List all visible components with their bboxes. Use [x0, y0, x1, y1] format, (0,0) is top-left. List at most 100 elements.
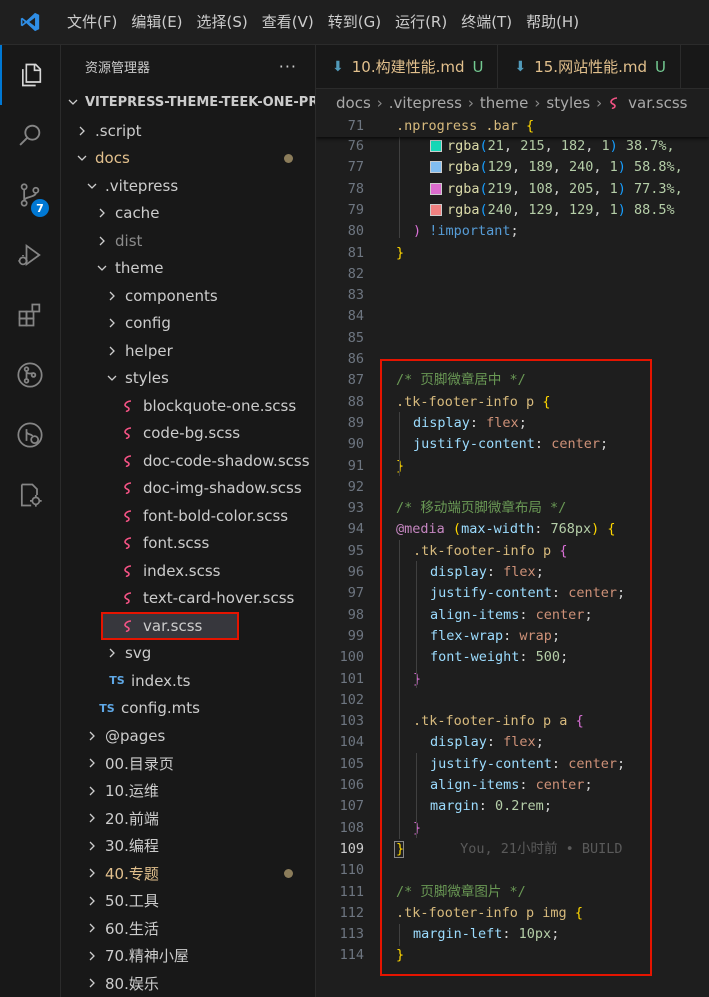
line-number: 80 [347, 223, 364, 240]
title-bar: 文件(F) 编辑(E) 选择(S) 查看(V) 转到(G) 运行(R) 终端(T) 帮助(H) [0, 0, 709, 45]
project-root[interactable]: VITEPRESS-THEME-TEEK-ONE-PR... [61, 87, 315, 117]
line-number: 107 [339, 798, 364, 815]
tree-item-scss[interactable]: font-bold-color.scss [61, 502, 315, 530]
git-graph-icon[interactable] [0, 345, 60, 405]
code-token: , [552, 201, 569, 218]
tree-item-folder[interactable]: dist [61, 227, 315, 255]
code-line: 85 [316, 328, 709, 349]
chevron-right-icon: › [376, 93, 383, 112]
search-icon[interactable] [0, 105, 60, 165]
breadcrumb-item[interactable]: var.scss [628, 94, 687, 112]
tree-item-scss[interactable]: code-bg.scss [61, 420, 315, 448]
tree-item-folder[interactable]: cache [61, 200, 315, 228]
code-token: .nprogress .bar [396, 118, 527, 134]
tree-item-folder[interactable]: .script [61, 117, 315, 145]
tree-item-scss[interactable]: blockquote-one.scss [61, 392, 315, 420]
menu-item[interactable]: 运行(R) [388, 0, 454, 44]
tree-item-folder[interactable]: 60.生活 [61, 915, 315, 943]
tree-item-folder[interactable]: 70.精神小屋 [61, 942, 315, 970]
chevron-right-icon [85, 785, 99, 797]
breadcrumb-item[interactable]: docs [336, 94, 371, 112]
tree-item-folder[interactable]: 80.娱乐 [61, 970, 315, 997]
tree-item-ts[interactable]: TS config.mts [61, 695, 315, 723]
run-debug-icon[interactable] [0, 225, 60, 285]
line-code: rgba(240, 129, 129, 1) 88.5% [430, 200, 675, 221]
editor-tab[interactable]: ⬇ 10.构建性能.md U [316, 45, 499, 88]
line-number: 86 [347, 351, 364, 367]
menu-item[interactable]: 终端(T) [454, 0, 519, 44]
docker-icon[interactable] [0, 465, 60, 525]
tree-item-ts[interactable]: TS index.ts [61, 667, 315, 695]
tree-item-label: styles [125, 369, 169, 388]
line-number: 78 [347, 180, 364, 197]
code-token: 189 [528, 159, 553, 176]
code-line: 81} [316, 243, 709, 264]
tree-item-folder[interactable]: 30.编程 [61, 832, 315, 860]
tree-item-folder[interactable]: helper [61, 337, 315, 365]
untracked-badge: U [472, 57, 484, 76]
tree-item-folder[interactable]: 00.目录页 [61, 750, 315, 778]
tree-item-folder[interactable]: 20.前端 [61, 805, 315, 833]
remote-explorer-icon[interactable] [0, 405, 60, 465]
line-number: 77 [347, 159, 364, 176]
line-number: 87 [347, 372, 364, 389]
tree-item-folder[interactable]: 10.运维 [61, 777, 315, 805]
menu-item[interactable]: 编辑(E) [124, 0, 189, 44]
breadcrumb-item[interactable]: styles [546, 94, 590, 112]
breadcrumb-item[interactable]: theme [480, 94, 528, 112]
sass-file-icon [121, 399, 137, 413]
tree-item-scss[interactable]: index.scss [61, 557, 315, 585]
tree-item-folder[interactable]: config [61, 310, 315, 338]
more-actions-icon[interactable]: ··· [279, 57, 297, 76]
tree-item-folder[interactable]: 40.专题 [61, 860, 315, 888]
code-line: 76 rgba(21, 215, 182, 1) 38.7%, [316, 136, 709, 157]
tree-item-scss[interactable]: font.scss [61, 530, 315, 558]
line-number: 112 [339, 904, 364, 921]
code-line: 71 .nprogress .bar { [316, 116, 709, 137]
menu-item[interactable]: 帮助(H) [519, 0, 586, 44]
explorer-icon[interactable] [0, 45, 60, 105]
line-number: 94 [347, 521, 364, 538]
code-token: , [552, 159, 569, 176]
tree-item-folder[interactable]: docs [61, 145, 315, 173]
tree-item-label: svg [125, 644, 152, 663]
typescript-file-icon: TS [109, 674, 125, 688]
menu-item[interactable]: 文件(F) [60, 0, 124, 44]
tree-item-folder[interactable]: theme [61, 255, 315, 283]
editor-tab[interactable]: ⬇ 15.网站性能.md U [498, 45, 681, 88]
tree-item-scss[interactable]: var.scss [101, 612, 239, 640]
code-token: , [544, 138, 561, 154]
code-token: , [585, 138, 602, 154]
tree-item-label: font.scss [143, 534, 210, 553]
scm-badge: 7 [31, 199, 49, 217]
breadcrumb-item[interactable]: .vitepress [389, 94, 462, 112]
tree-item-folder[interactable]: svg [61, 640, 315, 668]
code-token: ( [479, 159, 488, 176]
modified-dot [284, 868, 293, 878]
code-token: , [512, 180, 529, 197]
code-line: 77 rgba(129, 189, 240, 1) 58.8%, [316, 157, 709, 178]
tree-item-scss[interactable]: text-card-hover.scss [61, 585, 315, 613]
menu-item[interactable]: 选择(S) [190, 0, 255, 44]
source-control-icon[interactable]: 7 [0, 165, 60, 225]
menu-item[interactable]: 转到(G) [321, 0, 388, 44]
menu-item[interactable]: 查看(V) [255, 0, 321, 44]
tree-item-folder[interactable]: @pages [61, 722, 315, 750]
explorer-sidebar: 资源管理器 ··· VITEPRESS-THEME-TEEK-ONE-PR...… [61, 45, 316, 997]
code-token: 1 [609, 201, 618, 218]
line-number: 81 [347, 244, 364, 261]
tree-item-scss[interactable]: doc-img-shadow.scss [61, 475, 315, 503]
tree-item-folder[interactable]: styles [61, 365, 315, 393]
tree-item-folder[interactable]: .vitepress [61, 172, 315, 200]
chevron-right-icon [85, 895, 99, 907]
code-editor[interactable]: 71 .nprogress .bar {76 rgba(21, 215, 182, … [316, 116, 709, 997]
code-line: 83 [316, 285, 709, 306]
chevron-right-icon: › [596, 93, 603, 112]
tree-item-folder[interactable]: 50.工具 [61, 887, 315, 915]
tree-item-folder[interactable]: components [61, 282, 315, 310]
code-token: 129 [568, 201, 594, 218]
extensions-icon[interactable] [0, 285, 60, 345]
code-token: 38.7%, [617, 138, 675, 154]
tree-item-scss[interactable]: doc-code-shadow.scss [61, 447, 315, 475]
code-token: , [512, 201, 529, 218]
